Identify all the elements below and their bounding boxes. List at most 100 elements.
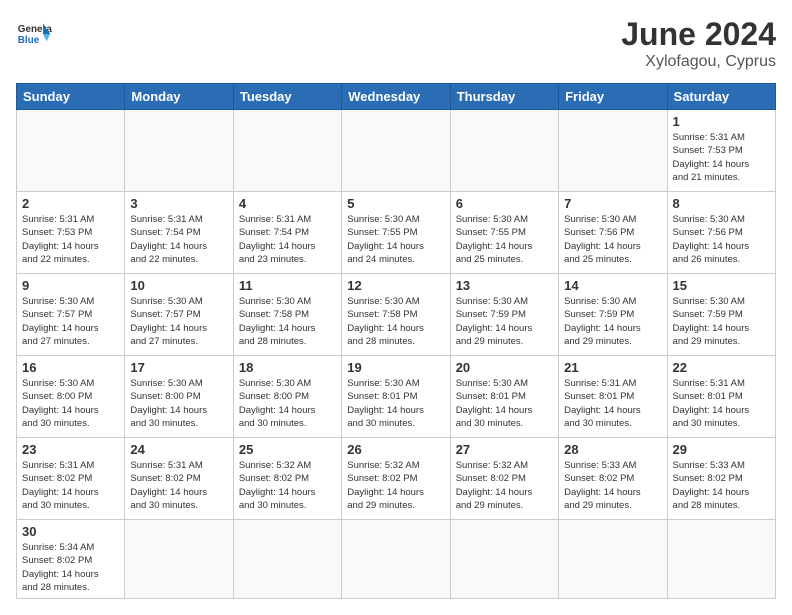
day-number: 27 <box>456 442 553 457</box>
day-number: 1 <box>673 114 770 129</box>
day-number: 26 <box>347 442 444 457</box>
calendar-cell <box>17 110 125 192</box>
day-info: Sunrise: 5:32 AM Sunset: 8:02 PM Dayligh… <box>456 459 553 512</box>
day-number: 29 <box>673 442 770 457</box>
week-row-3: 9 Sunrise: 5:30 AM Sunset: 7:57 PM Daylig… <box>17 274 776 356</box>
day-number: 13 <box>456 278 553 293</box>
weekday-header-wednesday: Wednesday <box>342 84 450 110</box>
weekday-header-saturday: Saturday <box>667 84 775 110</box>
day-info: Sunrise: 5:31 AM Sunset: 8:02 PM Dayligh… <box>130 459 227 512</box>
day-number: 17 <box>130 360 227 375</box>
day-number: 23 <box>22 442 119 457</box>
weekday-header-tuesday: Tuesday <box>233 84 341 110</box>
calendar-cell: 6Sunrise: 5:30 AM Sunset: 7:55 PM Daylig… <box>450 192 558 274</box>
day-info: Sunrise: 5:31 AM Sunset: 7:54 PM Dayligh… <box>239 213 336 266</box>
day-info: Sunrise: 5:33 AM Sunset: 8:02 PM Dayligh… <box>564 459 661 512</box>
calendar-cell: 28Sunrise: 5:33 AM Sunset: 8:02 PM Dayli… <box>559 438 667 520</box>
calendar-cell: 20Sunrise: 5:30 AM Sunset: 8:01 PM Dayli… <box>450 356 558 438</box>
calendar-cell: 13 Sunrise: 5:30 AM Sunset: 7:59 PM Dayli… <box>450 274 558 356</box>
day-number: 7 <box>564 196 661 211</box>
logo-icon: General Blue <box>16 16 52 52</box>
calendar-cell: 9 Sunrise: 5:30 AM Sunset: 7:57 PM Daylig… <box>17 274 125 356</box>
calendar-cell: 1 Sunrise: 5:31 AM Sunset: 7:53 PM Daylig… <box>667 110 775 192</box>
day-number: 25 <box>239 442 336 457</box>
day-number: 22 <box>673 360 770 375</box>
day-info: Sunrise: 5:30 AM Sunset: 8:00 PM Dayligh… <box>239 377 336 430</box>
weekday-header-monday: Monday <box>125 84 233 110</box>
week-row-5: 23 Sunrise: 5:31 AM Sunset: 8:02 PM Dayli… <box>17 438 776 520</box>
calendar-cell: 25Sunrise: 5:32 AM Sunset: 8:02 PM Dayli… <box>233 438 341 520</box>
day-info: Sunrise: 5:30 AM Sunset: 7:56 PM Dayligh… <box>673 213 770 266</box>
weekday-header-thursday: Thursday <box>450 84 558 110</box>
calendar-cell: 16Sunrise: 5:30 AM Sunset: 8:00 PM Dayli… <box>17 356 125 438</box>
day-number: 11 <box>239 278 336 293</box>
week-row-4: 16Sunrise: 5:30 AM Sunset: 8:00 PM Dayli… <box>17 356 776 438</box>
week-row-2: 2Sunrise: 5:31 AM Sunset: 7:53 PM Daylig… <box>17 192 776 274</box>
calendar-cell: 23 Sunrise: 5:31 AM Sunset: 8:02 PM Dayli… <box>17 438 125 520</box>
day-number: 19 <box>347 360 444 375</box>
day-number: 5 <box>347 196 444 211</box>
calendar-cell <box>559 520 667 599</box>
day-info: Sunrise: 5:30 AM Sunset: 7:58 PM Dayligh… <box>347 295 444 348</box>
day-info: Sunrise: 5:33 AM Sunset: 8:02 PM Dayligh… <box>673 459 770 512</box>
calendar-table: SundayMondayTuesdayWednesdayThursdayFrid… <box>16 83 776 599</box>
calendar-cell: 2Sunrise: 5:31 AM Sunset: 7:53 PM Daylig… <box>17 192 125 274</box>
calendar-cell: 21 Sunrise: 5:31 AM Sunset: 8:01 PM Dayli… <box>559 356 667 438</box>
calendar-cell: 3 Sunrise: 5:31 AM Sunset: 7:54 PM Daylig… <box>125 192 233 274</box>
calendar-cell: 24 Sunrise: 5:31 AM Sunset: 8:02 PM Dayli… <box>125 438 233 520</box>
day-number: 10 <box>130 278 227 293</box>
calendar-cell <box>559 110 667 192</box>
calendar-cell <box>233 110 341 192</box>
day-info: Sunrise: 5:30 AM Sunset: 7:59 PM Dayligh… <box>564 295 661 348</box>
day-number: 24 <box>130 442 227 457</box>
weekday-header-row: SundayMondayTuesdayWednesdayThursdayFrid… <box>17 84 776 110</box>
day-number: 14 <box>564 278 661 293</box>
day-number: 8 <box>673 196 770 211</box>
day-number: 21 <box>564 360 661 375</box>
week-row-6: 30Sunrise: 5:34 AM Sunset: 8:02 PM Dayli… <box>17 520 776 599</box>
day-info: Sunrise: 5:30 AM Sunset: 7:58 PM Dayligh… <box>239 295 336 348</box>
day-number: 2 <box>22 196 119 211</box>
location-subtitle: Xylofagou, Cyprus <box>621 53 776 71</box>
day-info: Sunrise: 5:31 AM Sunset: 8:02 PM Dayligh… <box>22 459 119 512</box>
day-info: Sunrise: 5:30 AM Sunset: 8:01 PM Dayligh… <box>456 377 553 430</box>
calendar-cell: 7 Sunrise: 5:30 AM Sunset: 7:56 PM Daylig… <box>559 192 667 274</box>
day-info: Sunrise: 5:30 AM Sunset: 8:00 PM Dayligh… <box>22 377 119 430</box>
day-info: Sunrise: 5:30 AM Sunset: 7:59 PM Dayligh… <box>673 295 770 348</box>
calendar-cell: 19 Sunrise: 5:30 AM Sunset: 8:01 PM Dayli… <box>342 356 450 438</box>
day-info: Sunrise: 5:31 AM Sunset: 8:01 PM Dayligh… <box>673 377 770 430</box>
calendar-cell <box>667 520 775 599</box>
logo: General Blue <box>16 16 52 52</box>
day-info: Sunrise: 5:32 AM Sunset: 8:02 PM Dayligh… <box>347 459 444 512</box>
day-info: Sunrise: 5:30 AM Sunset: 7:59 PM Dayligh… <box>456 295 553 348</box>
calendar-cell <box>342 110 450 192</box>
weekday-header-friday: Friday <box>559 84 667 110</box>
calendar-cell: 15 Sunrise: 5:30 AM Sunset: 7:59 PM Dayli… <box>667 274 775 356</box>
day-number: 12 <box>347 278 444 293</box>
svg-text:Blue: Blue <box>18 35 40 46</box>
calendar-cell: 10 Sunrise: 5:30 AM Sunset: 7:57 PM Dayli… <box>125 274 233 356</box>
calendar-cell: 18Sunrise: 5:30 AM Sunset: 8:00 PM Dayli… <box>233 356 341 438</box>
day-number: 15 <box>673 278 770 293</box>
day-info: Sunrise: 5:31 AM Sunset: 7:53 PM Dayligh… <box>673 131 770 184</box>
calendar-cell: 27 Sunrise: 5:32 AM Sunset: 8:02 PM Dayli… <box>450 438 558 520</box>
day-info: Sunrise: 5:30 AM Sunset: 7:55 PM Dayligh… <box>347 213 444 266</box>
page-header: General Blue June 2024 Xylofagou, Cyprus <box>16 16 776 71</box>
day-info: Sunrise: 5:30 AM Sunset: 7:57 PM Dayligh… <box>130 295 227 348</box>
calendar-cell <box>450 110 558 192</box>
title-area: June 2024 Xylofagou, Cyprus <box>621 16 776 71</box>
day-number: 4 <box>239 196 336 211</box>
day-info: Sunrise: 5:30 AM Sunset: 8:01 PM Dayligh… <box>347 377 444 430</box>
day-number: 3 <box>130 196 227 211</box>
day-info: Sunrise: 5:30 AM Sunset: 7:56 PM Dayligh… <box>564 213 661 266</box>
calendar-cell <box>125 520 233 599</box>
calendar-cell: 14 Sunrise: 5:30 AM Sunset: 7:59 PM Dayli… <box>559 274 667 356</box>
day-info: Sunrise: 5:30 AM Sunset: 7:57 PM Dayligh… <box>22 295 119 348</box>
calendar-cell <box>342 520 450 599</box>
day-info: Sunrise: 5:31 AM Sunset: 7:54 PM Dayligh… <box>130 213 227 266</box>
day-info: Sunrise: 5:31 AM Sunset: 8:01 PM Dayligh… <box>564 377 661 430</box>
calendar-cell: 22 Sunrise: 5:31 AM Sunset: 8:01 PM Dayli… <box>667 356 775 438</box>
day-number: 9 <box>22 278 119 293</box>
calendar-cell: 17Sunrise: 5:30 AM Sunset: 8:00 PM Dayli… <box>125 356 233 438</box>
calendar-cell: 5 Sunrise: 5:30 AM Sunset: 7:55 PM Daylig… <box>342 192 450 274</box>
